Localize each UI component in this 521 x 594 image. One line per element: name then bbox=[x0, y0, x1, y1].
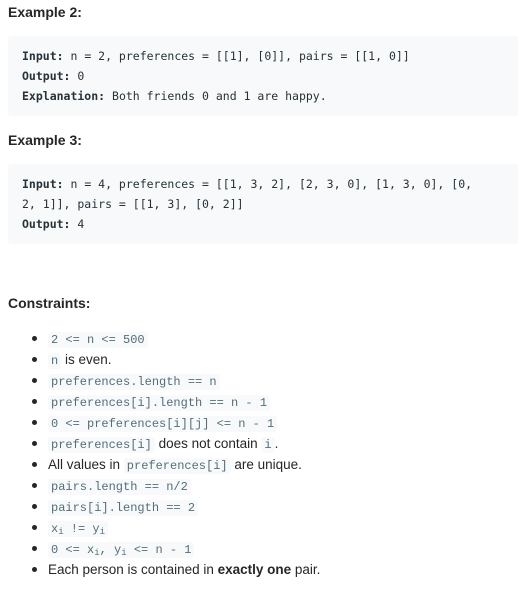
example-2-code-block: Input: n = 2, preferences = [[1], [0]], … bbox=[8, 36, 518, 116]
code-text: pairs.length == n/2 bbox=[51, 480, 188, 494]
code-text: 0 <= preferences[i][j] <= n - 1 bbox=[51, 417, 275, 431]
text: All values in bbox=[48, 457, 124, 472]
inline-code: 0 <= preferences[i][j] <= n - 1 bbox=[48, 416, 278, 432]
example-3-heading: Example 3: bbox=[8, 132, 82, 148]
text: is even. bbox=[61, 352, 112, 367]
example-3-code-block: Input: n = 4, preferences = [[1, 3, 2], … bbox=[8, 164, 518, 244]
code-label: Output: bbox=[22, 69, 71, 83]
code-text: 2 <= n <= 500 bbox=[51, 333, 145, 347]
code-line: 2, 1]], pairs = [[1, 3], [0, 2]] bbox=[22, 194, 504, 214]
text: Each person is contained in bbox=[48, 562, 218, 577]
inline-code: 2 <= n <= 500 bbox=[48, 332, 148, 348]
inline-code: pairs[i].length == 2 bbox=[48, 500, 199, 516]
text: pair. bbox=[291, 562, 321, 577]
code-text: preferences.length == n bbox=[51, 375, 217, 389]
text: does not contain bbox=[154, 436, 262, 451]
code-line: Output: 0 bbox=[22, 66, 504, 86]
inline-code: n bbox=[48, 353, 62, 369]
code-text: n bbox=[51, 354, 59, 368]
code-text: preferences[i] bbox=[126, 459, 228, 473]
bold-text: exactly one bbox=[217, 562, 292, 577]
constraint-item: xi != yi bbox=[31, 517, 320, 538]
constraint-item: Each person is contained in exactly one … bbox=[31, 559, 321, 580]
inline-code: 0 <= xi, yi <= n - 1 bbox=[48, 542, 195, 558]
code-label: Output: bbox=[22, 217, 71, 231]
code-label: Input: bbox=[22, 49, 64, 63]
constraint-item: preferences[i] does not contain i. bbox=[31, 433, 320, 454]
code-text: 0 <= x bbox=[51, 543, 95, 557]
code-text: 2, 1]], pairs = [[1, 3], [0, 2]] bbox=[22, 197, 244, 211]
code-label: Explanation: bbox=[22, 89, 106, 103]
text: . bbox=[274, 436, 279, 451]
constraint-item: 0 <= preferences[i][j] <= n - 1 bbox=[31, 412, 320, 433]
code-text: 4 bbox=[70, 217, 85, 231]
constraint-item: preferences.length == n bbox=[31, 370, 320, 391]
code-line: Input: n = 2, preferences = [[1], [0]], … bbox=[22, 46, 504, 66]
code-text: 0 bbox=[70, 69, 85, 83]
code-text: != y bbox=[63, 522, 100, 536]
constraints-list: 2 <= n <= 500 n is even. preferences.lengt… bbox=[0, 328, 320, 580]
inline-code: pairs.length == n/2 bbox=[48, 479, 191, 495]
inline-code: preferences[i] bbox=[48, 437, 155, 453]
inline-code: preferences[i] bbox=[123, 458, 231, 474]
code-text: n = 4, preferences = [[1, 3, 2], [2, 3, … bbox=[63, 177, 473, 191]
inline-code: i bbox=[261, 437, 275, 453]
constraint-item: All values in preferences[i] are unique. bbox=[31, 454, 320, 475]
code-label: Input: bbox=[22, 177, 64, 191]
constraint-item: 0 <= xi, yi <= n - 1 bbox=[31, 538, 320, 559]
code-text: , y bbox=[99, 543, 122, 557]
code-line: Output: 4 bbox=[22, 214, 504, 234]
code-line: Input: n = 4, preferences = [[1, 3, 2], … bbox=[22, 174, 504, 194]
code-text: Both friends 0 and 1 are happy. bbox=[105, 89, 327, 103]
inline-code: preferences[i].length == n - 1 bbox=[48, 395, 271, 411]
constraint-item: pairs[i].length == 2 bbox=[31, 496, 320, 517]
code-text: preferences[i].length == n - 1 bbox=[51, 396, 268, 410]
example-2-heading: Example 2: bbox=[8, 4, 82, 20]
constraint-item: preferences[i].length == n - 1 bbox=[31, 391, 320, 412]
constraint-item: n is even. bbox=[31, 349, 320, 370]
code-text: pairs[i].length == 2 bbox=[51, 501, 196, 515]
constraints-heading: Constraints: bbox=[8, 295, 91, 311]
code-text: preferences[i] bbox=[51, 438, 152, 452]
code-text: n = 2, preferences = [[1], [0]], pairs =… bbox=[63, 49, 410, 63]
code-line: Explanation: Both friends 0 and 1 are ha… bbox=[22, 86, 504, 106]
constraint-item: 2 <= n <= 500 bbox=[31, 328, 320, 349]
text: are unique. bbox=[230, 457, 302, 472]
inline-code: xi != yi bbox=[48, 521, 109, 537]
code-text: i bbox=[264, 438, 272, 452]
code-text: <= n - 1 bbox=[126, 543, 192, 557]
constraint-item: pairs.length == n/2 bbox=[31, 475, 320, 496]
subscript: i bbox=[99, 527, 106, 537]
inline-code: preferences.length == n bbox=[48, 374, 220, 390]
